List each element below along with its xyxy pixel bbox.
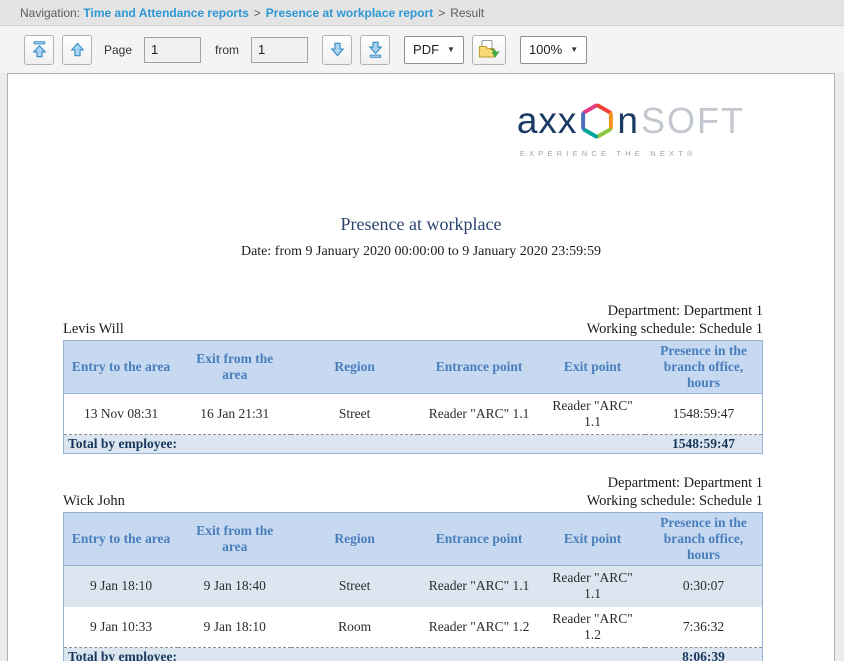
format-select-value: PDF — [413, 42, 439, 57]
column-header: Exit from the area — [178, 513, 291, 566]
presence-table: Entry to the areaExit from the areaRegio… — [63, 512, 763, 661]
working-schedule-label: Working schedule: Schedule 1 — [587, 320, 763, 338]
table-cell: Street — [291, 566, 418, 607]
logo-text-axx: axx — [517, 100, 578, 142]
column-header: Region — [291, 513, 418, 566]
export-report-icon — [477, 39, 501, 61]
report-page: axx n SOFT EXPERIENCE THE NEXT® Presence… — [7, 73, 835, 661]
column-header: Entrance point — [418, 341, 540, 394]
next-page-icon — [328, 40, 347, 59]
table-cell: 1548:59:47 — [645, 394, 762, 435]
employee-section: Department: Department 1 Wick John Worki… — [63, 474, 763, 661]
breadcrumb-current: Result — [450, 6, 484, 20]
table-cell: Reader "ARC" 1.2 — [418, 607, 540, 648]
last-page-icon — [366, 40, 385, 59]
table-cell: 9 Jan 18:40 — [178, 566, 291, 607]
column-header: Entrance point — [418, 513, 540, 566]
page-label: Page — [104, 43, 132, 57]
page-number-input[interactable] — [144, 37, 201, 63]
employee-name: Levis Will — [63, 320, 124, 338]
table-cell: 9 Jan 10:33 — [64, 607, 179, 648]
column-header: Presence in the branch office, hours — [645, 341, 762, 394]
breadcrumb-label: Navigation: — [20, 6, 80, 20]
first-page-icon — [30, 40, 49, 59]
last-page-button[interactable] — [360, 35, 390, 65]
department-label: Department: Department 1 — [63, 474, 763, 492]
table-row: 9 Jan 10:339 Jan 18:10RoomReader "ARC" 1… — [64, 607, 763, 648]
total-by-employee-label: Total by employee: — [64, 648, 646, 661]
zoom-select[interactable]: 100% ▼ — [520, 36, 587, 64]
export-button[interactable] — [472, 35, 506, 65]
table-header-row: Entry to the areaExit from the areaRegio… — [64, 513, 763, 566]
table-cell: Street — [291, 394, 418, 435]
table-cell: 9 Jan 18:10 — [178, 607, 291, 648]
breadcrumb-link-time-attendance[interactable]: Time and Attendance reports — [83, 6, 248, 20]
previous-page-button[interactable] — [62, 35, 92, 65]
previous-page-icon — [68, 40, 87, 59]
table-cell: Reader "ARC" 1.1 — [540, 394, 645, 435]
total-by-employee-value: 1548:59:47 — [645, 435, 762, 454]
total-by-employee-label: Total by employee: — [64, 435, 646, 454]
table-cell: 9 Jan 18:10 — [64, 566, 179, 607]
hexagon-icon — [580, 102, 614, 140]
table-cell: Room — [291, 607, 418, 648]
from-label: from — [215, 43, 239, 57]
table-cell: Reader "ARC" 1.1 — [418, 566, 540, 607]
column-header: Region — [291, 341, 418, 394]
department-label: Department: Department 1 — [63, 302, 763, 320]
table-row: 9 Jan 18:109 Jan 18:40StreetReader "ARC"… — [64, 566, 763, 607]
column-header: Presence in the branch office, hours — [645, 513, 762, 566]
table-cell: 0:30:07 — [645, 566, 762, 607]
next-page-button[interactable] — [322, 35, 352, 65]
column-header: Exit from the area — [178, 341, 291, 394]
presence-table: Entry to the areaExit from the areaRegio… — [63, 340, 763, 454]
report-title: Presence at workplace — [8, 214, 834, 235]
column-header: Entry to the area — [64, 513, 179, 566]
column-header: Exit point — [540, 341, 645, 394]
logo-text-soft: SOFT — [641, 100, 745, 142]
table-cell: Reader "ARC" 1.1 — [540, 566, 645, 607]
column-header: Exit point — [540, 513, 645, 566]
breadcrumb-link-presence-report[interactable]: Presence at workplace report — [266, 6, 433, 20]
breadcrumb-separator: > — [254, 6, 261, 20]
chevron-down-icon: ▼ — [570, 45, 578, 54]
table-cell: Reader "ARC" 1.2 — [540, 607, 645, 648]
table-row: 13 Nov 08:3116 Jan 21:31StreetReader "AR… — [64, 394, 763, 435]
report-toolbar: Page from PDF ▼ 100% ▼ — [0, 26, 844, 73]
report-sections: Department: Department 1 Levis Will Work… — [63, 302, 763, 661]
table-cell: 16 Jan 21:31 — [178, 394, 291, 435]
table-cell: 13 Nov 08:31 — [64, 394, 179, 435]
format-select[interactable]: PDF ▼ — [404, 36, 464, 64]
breadcrumb: Navigation: Time and Attendance reports … — [0, 0, 844, 26]
zoom-select-value: 100% — [529, 42, 562, 57]
report-date-range: Date: from 9 January 2020 00:00:00 to 9 … — [8, 244, 834, 260]
table-header-row: Entry to the areaExit from the areaRegio… — [64, 341, 763, 394]
column-header: Entry to the area — [64, 341, 179, 394]
total-pages-input[interactable] — [251, 37, 308, 63]
first-page-button[interactable] — [24, 35, 54, 65]
chevron-down-icon: ▼ — [447, 45, 455, 54]
employee-name: Wick John — [63, 492, 125, 510]
table-cell: 7:36:32 — [645, 607, 762, 648]
breadcrumb-separator: > — [438, 6, 445, 20]
total-by-employee-value: 8:06:39 — [645, 648, 762, 661]
logo-tagline: EXPERIENCE THE NEXT® — [517, 149, 745, 158]
employee-section: Department: Department 1 Levis Will Work… — [63, 302, 763, 454]
logo-text-n: n — [617, 100, 639, 142]
working-schedule-label: Working schedule: Schedule 1 — [587, 492, 763, 510]
axxonsoft-logo: axx n SOFT EXPERIENCE THE NEXT® — [517, 100, 745, 158]
total-row: Total by employee: 8:06:39 — [64, 648, 763, 661]
table-cell: Reader "ARC" 1.1 — [418, 394, 540, 435]
total-row: Total by employee: 1548:59:47 — [64, 435, 763, 454]
